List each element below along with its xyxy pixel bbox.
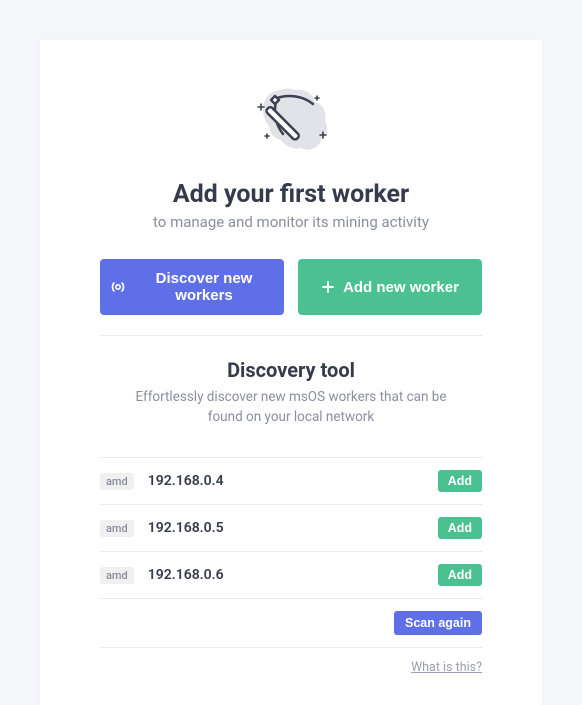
discovery-title: Discovery tool bbox=[100, 358, 482, 382]
gpu-badge: amd bbox=[100, 473, 134, 490]
page-title: Add your first worker bbox=[100, 180, 482, 209]
discover-workers-label: Discover new workers bbox=[134, 270, 274, 304]
worker-list: amd 192.168.0.4 Add amd 192.168.0.5 Add … bbox=[100, 457, 482, 599]
worker-ip: 192.168.0.6 bbox=[148, 567, 438, 583]
onboarding-card: Add your first worker to manage and moni… bbox=[40, 40, 542, 705]
add-discovered-worker-button[interactable]: Add bbox=[438, 517, 482, 539]
worker-row: amd 192.168.0.5 Add bbox=[100, 505, 482, 552]
footer: What is this? bbox=[100, 648, 482, 675]
worker-ip: 192.168.0.4 bbox=[148, 473, 438, 489]
gpu-badge: amd bbox=[100, 520, 134, 537]
worker-ip: 192.168.0.5 bbox=[148, 520, 438, 536]
add-worker-button[interactable]: Add new worker bbox=[298, 259, 482, 315]
discovery-subtitle: Effortlessly discover new msOS workers t… bbox=[121, 388, 461, 427]
discover-workers-button[interactable]: Discover new workers bbox=[100, 259, 284, 315]
pickaxe-icon bbox=[241, 80, 341, 160]
gpu-badge: amd bbox=[100, 567, 134, 584]
page-subtitle: to manage and monitor its mining activit… bbox=[100, 213, 482, 231]
radar-icon bbox=[110, 279, 126, 295]
add-worker-label: Add new worker bbox=[343, 279, 459, 296]
scan-again-button[interactable]: Scan again bbox=[394, 611, 482, 635]
scan-row: Scan again bbox=[100, 599, 482, 648]
pickaxe-illustration bbox=[100, 80, 482, 160]
add-discovered-worker-button[interactable]: Add bbox=[438, 564, 482, 586]
primary-actions: Discover new workers Add new worker bbox=[100, 259, 482, 315]
add-discovered-worker-button[interactable]: Add bbox=[438, 470, 482, 492]
help-link[interactable]: What is this? bbox=[411, 660, 482, 675]
worker-row: amd 192.168.0.4 Add bbox=[100, 457, 482, 505]
worker-row: amd 192.168.0.6 Add bbox=[100, 552, 482, 599]
divider bbox=[100, 335, 482, 336]
plus-icon bbox=[321, 280, 335, 294]
